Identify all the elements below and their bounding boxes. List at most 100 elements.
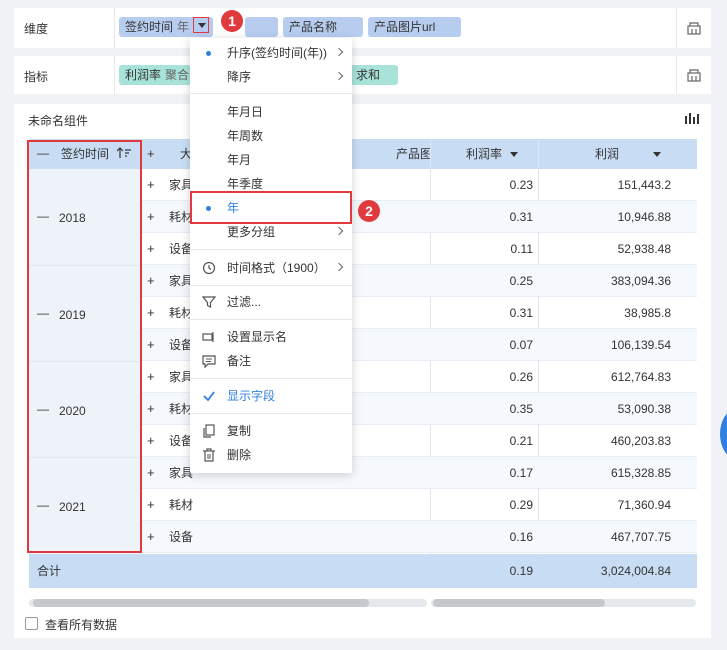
profit-cell: 10,946.88 [617,210,671,224]
expand-icon[interactable]: + [147,241,155,256]
rate-cell: 0.25 [509,274,533,288]
menu-item-note[interactable]: 备注 [190,349,352,373]
scroll-thumb[interactable] [433,599,605,607]
menu-item-filter[interactable]: 过滤... [190,290,352,314]
profit-cell: 151,443.2 [617,178,671,192]
expand-icon[interactable]: + [147,146,155,161]
trash-icon [203,448,215,462]
table-row: + 耗材 0.29 71,360.94 [141,489,697,521]
header-profit-label: 利润 [595,147,620,161]
menu-item-copy[interactable]: 复制 [190,419,352,443]
profit-cell: 38,985.8 [624,306,671,320]
rate-cell: 0.31 [509,210,533,224]
check-icon [203,391,215,402]
profit-cell: 612,764.83 [610,370,671,384]
profit-cell: 71,360.94 [617,498,671,512]
profit-cell: 460,203.83 [610,434,671,448]
horizontal-scrollbar-left[interactable] [29,599,427,607]
menu-item-label: 设置显示名 [227,330,288,344]
menu-item-desc[interactable]: 降序 [190,65,352,89]
total-profit: 3,024,004.84 [600,564,671,578]
field-name: 求和 [356,68,381,82]
rate-cell: 0.29 [509,498,533,512]
sort-dropdown-icon[interactable] [510,152,519,158]
expand-icon[interactable]: + [147,209,155,224]
expand-icon[interactable]: + [147,433,155,448]
copy-icon [203,424,215,438]
menu-item-label: 删除 [227,448,252,462]
expand-icon[interactable]: + [147,401,155,416]
menu-separator [190,413,352,414]
step-badge-1: 1 [221,10,243,32]
total-label: 合计 [37,564,62,578]
metric-label: 指标 [24,70,49,84]
settings-icon[interactable] [686,67,702,83]
menu-separator [190,93,352,94]
rate-cell: 0.23 [509,178,533,192]
expand-icon[interactable]: + [147,305,155,320]
sort-dropdown-icon[interactable] [653,152,662,158]
divider [114,8,115,48]
menu-item-year-month-day[interactable]: 年月日 [190,100,352,124]
table-row: + 设备 0.16 467,707.75 [141,521,697,553]
field-name: 利润率 [125,68,162,82]
scroll-thumb[interactable] [33,599,369,607]
rate-cell: 0.35 [509,402,533,416]
chart-type-icon[interactable] [685,113,699,125]
menu-item-label: 过滤... [227,295,262,309]
menu-item-label: 年周数 [227,129,264,143]
field-sub: 年 [177,20,190,34]
dimension-field-product-name[interactable]: 产品名称 [283,17,363,37]
menu-item-label: 时间格式（1900） [227,261,326,275]
menu-item-label: 复制 [227,424,252,438]
highlight-box-year-column [27,140,142,553]
rate-cell: 0.21 [509,434,533,448]
profit-cell: 615,328.85 [610,466,671,480]
total-row: 合计 0.19 3,024,004.84 [29,554,697,588]
chevron-right-icon [334,71,344,81]
expand-icon[interactable]: + [147,177,155,192]
expand-icon[interactable]: + [147,529,155,544]
total-rate: 0.19 [509,564,533,578]
settings-icon[interactable] [686,20,702,36]
menu-item-show-field[interactable]: 显示字段 [190,384,352,408]
menu-item-year-month[interactable]: 年月 [190,148,352,172]
menu-item-label: 年月日 [227,105,264,119]
dimension-field-product-image[interactable]: 产品图片url [368,17,461,37]
expand-icon[interactable]: + [147,465,155,480]
menu-separator [190,319,352,320]
step-badge-2: 2 [358,200,380,222]
floating-assistant-button[interactable] [720,410,727,458]
divider [676,8,677,48]
expand-icon[interactable]: + [147,273,155,288]
field-name: 签约时间 [125,20,174,34]
field-sub: 聚合 [165,68,190,82]
view-all-checkbox[interactable] [25,617,38,630]
comment-icon [202,355,216,368]
header-profit-rate-label: 利润率 [466,147,503,161]
metric-field-sum[interactable]: 求和 [350,65,398,85]
dimension-field-empty[interactable] [245,17,278,37]
expand-icon[interactable]: + [147,497,155,512]
header-profit-rate[interactable]: 利润率 [466,139,519,169]
menu-item-asc[interactable]: 升序(签约时间(年)) [190,41,352,65]
menu-item-label: 年月 [227,153,252,167]
profit-cell: 53,090.38 [617,402,671,416]
metric-field-profit-rate[interactable]: 利润率 聚合 [119,65,191,85]
menu-item-year-week[interactable]: 年周数 [190,124,352,148]
menu-item-set-display-name[interactable]: 设置显示名 [190,325,352,349]
menu-item-delete[interactable]: 删除 [190,443,352,467]
profit-cell: 467,707.75 [610,530,671,544]
header-product-image[interactable]: 产品图 [396,139,432,169]
highlight-box-year-item [190,191,352,224]
menu-separator [190,285,352,286]
profit-cell: 383,094.36 [610,274,671,288]
menu-item-time-format[interactable]: 时间格式（1900） [190,256,352,280]
profit-cell: 106,139.54 [610,338,671,352]
expand-icon[interactable]: + [147,337,155,352]
rate-cell: 0.17 [509,466,533,480]
horizontal-scrollbar-right[interactable] [431,599,696,607]
field-dropdown-button[interactable] [193,17,209,33]
header-profit[interactable]: 利润 [595,139,662,169]
expand-icon[interactable]: + [147,369,155,384]
